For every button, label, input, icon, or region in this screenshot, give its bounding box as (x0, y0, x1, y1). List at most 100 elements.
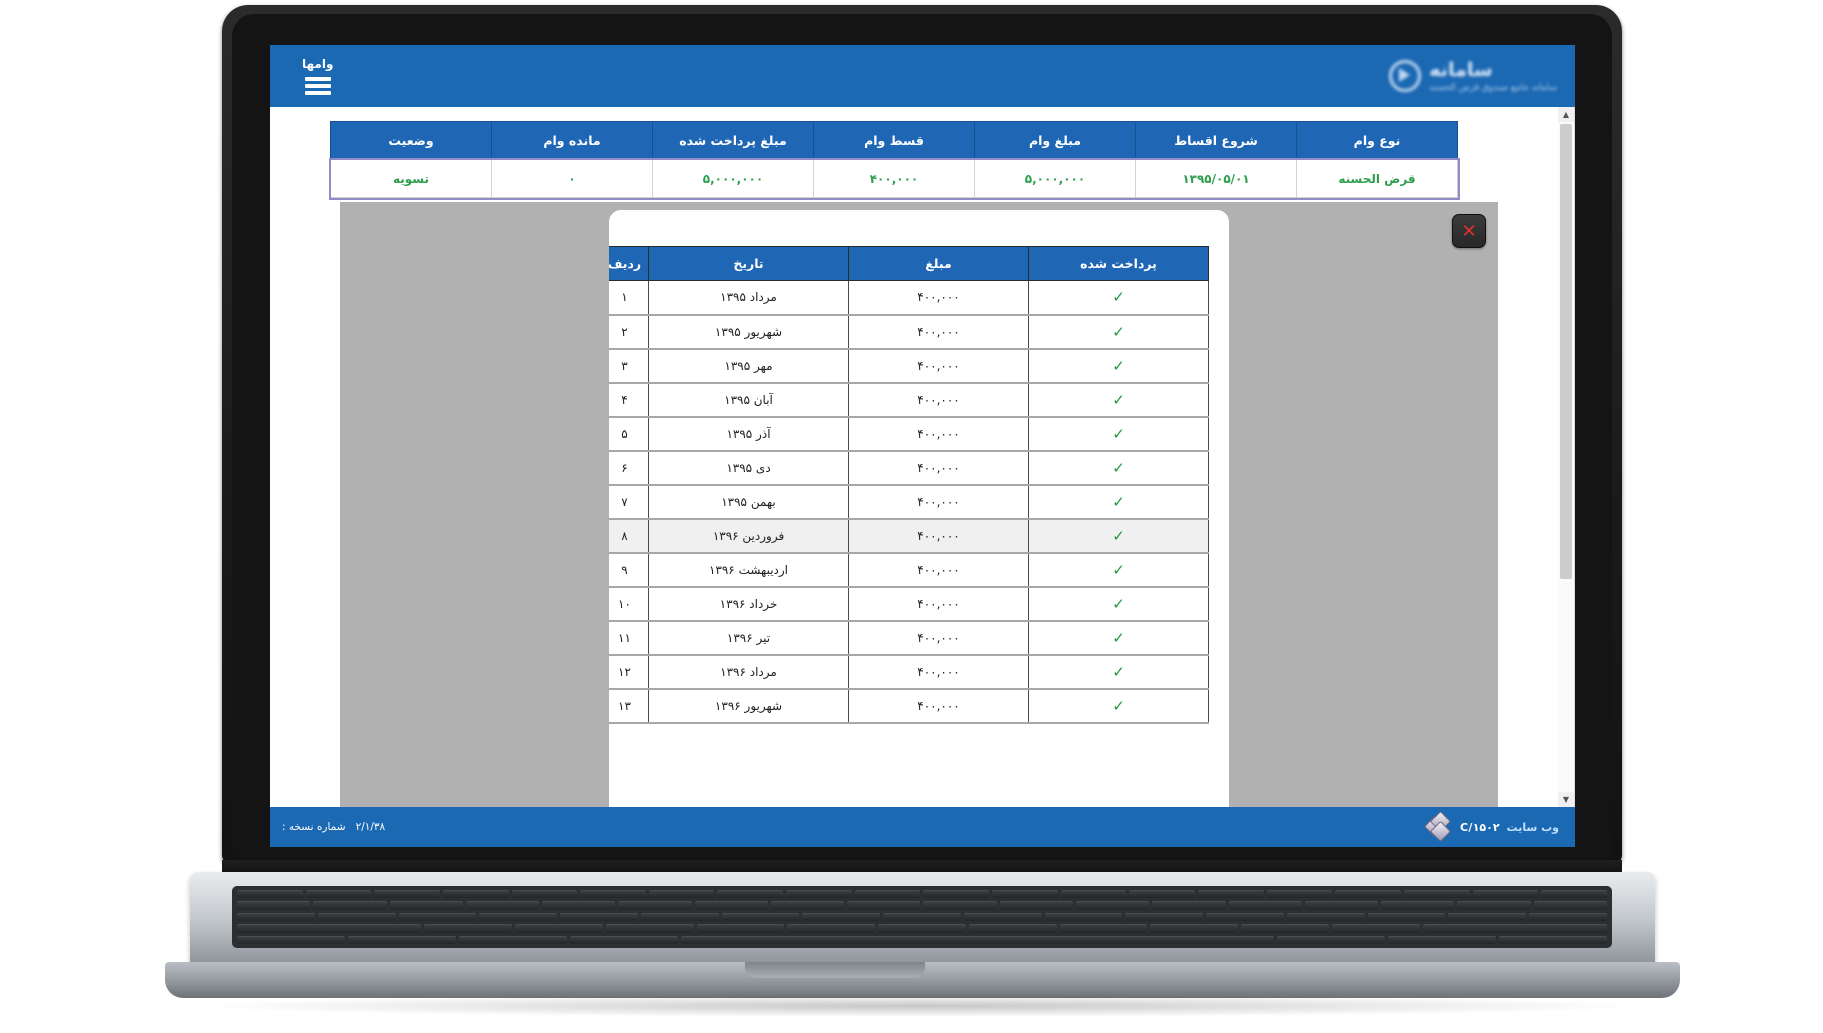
footer-version: ۲/۱/۳۸ شماره نسخه : (282, 821, 385, 833)
keyboard-key (398, 912, 477, 922)
check-icon: ✓ (1112, 288, 1125, 307)
keyboard-key (963, 912, 1042, 922)
check-icon: ✓ (1112, 594, 1125, 613)
footer-brand-code: C/۱۵۰۲ (1460, 820, 1500, 834)
installments-head: پرداخت شده مبلغ تاریخ ردیف (609, 246, 1209, 281)
table-row[interactable]: ✓ ۴۰۰,۰۰۰ دی ۱۳۹۵ ۶ (609, 450, 1209, 486)
keyboard-key (1388, 935, 1497, 945)
keyboard-key (648, 890, 715, 899)
scrollbar-track[interactable] (1558, 122, 1574, 792)
check-icon: ✓ (1112, 390, 1125, 409)
cell-amount: ۴۰۰,۰۰۰ (848, 450, 1029, 486)
cell-amount: ۴۰۰,۰۰۰ (848, 518, 1029, 554)
col-header-date: تاریخ (648, 246, 849, 281)
header-right-group: وامها (302, 57, 333, 95)
brand-text-block: سامانه سامانه جامع صندوق قرض الحسنه (1429, 59, 1557, 93)
table-row[interactable]: ✓ ۴۰۰,۰۰۰ بهمن ۱۳۹۵ ۷ (609, 484, 1209, 520)
nav-item-loans[interactable]: وامها (302, 57, 333, 71)
keyboard-key (680, 935, 1275, 945)
col-header-status: وضعیت (330, 121, 492, 160)
table-row[interactable]: ✓ ۴۰۰,۰۰۰ آذر ۱۳۹۵ ۵ (609, 416, 1209, 452)
keyboard-row (236, 935, 1607, 945)
keyboard-key (465, 901, 540, 910)
close-modal-button[interactable]: ✕ (1452, 214, 1486, 248)
cell-amount: ۴۰۰,۰۰۰ (848, 314, 1029, 350)
cell-index: ۱۳ (609, 688, 649, 724)
keyboard-key (1059, 924, 1148, 933)
cell-date: آذر ۱۳۹۵ (648, 416, 849, 452)
keyboard-key (640, 912, 719, 922)
cell-date: فروردین ۱۳۹۶ (648, 518, 849, 554)
loan-summary-header-row: نوع وام شروع اقساط مبلغ وام قسط وام مبلغ… (330, 121, 1458, 160)
version-label: شماره نسخه : (282, 821, 346, 833)
hamburger-icon[interactable] (304, 77, 331, 95)
footer-logo-icon (1423, 810, 1453, 843)
keyboard-key (1266, 890, 1333, 899)
keyboard-key (1304, 901, 1379, 910)
cell-amount: ۴۰۰,۰۰۰ (848, 280, 1029, 316)
keyboard-key (317, 912, 396, 922)
cell-amount: ۴۰۰,۰۰۰ (848, 382, 1029, 418)
cell-paid: ✓ (1028, 518, 1209, 554)
hamburger-bar-3 (304, 91, 331, 95)
keyboard-key (802, 912, 881, 922)
table-row[interactable]: ✓ ۴۰۰,۰۰۰ خرداد ۱۳۹۶ ۱۰ (609, 586, 1209, 622)
scroll-down-arrow-icon[interactable]: ▼ (1558, 792, 1574, 807)
loan-summary-section: نوع وام شروع اقساط مبلغ وام قسط وام مبلغ… (270, 107, 1558, 200)
keyboard-key (696, 924, 785, 933)
table-row[interactable]: ✓ ۴۰۰,۰۰۰ اردیبهشت ۱۳۹۶ ۹ (609, 552, 1209, 588)
table-row[interactable]: ✓ ۴۰۰,۰۰۰ مرداد ۱۳۹۶ ۱۲ (609, 654, 1209, 690)
keyboard-key (313, 901, 387, 910)
table-row[interactable]: ✓ ۴۰۰,۰۰۰ مرداد ۱۳۹۵ ۱ (609, 280, 1209, 316)
keyboard-key (374, 890, 440, 899)
keyboard-key (236, 901, 311, 910)
keyboard-key (511, 890, 578, 899)
cell-amount: ۴۰۰,۰۰۰ (848, 654, 1029, 690)
table-row[interactable]: ✓ ۴۰۰,۰۰۰ مهر ۱۳۹۵ ۳ (609, 348, 1209, 384)
table-row[interactable]: ✓ ۴۰۰,۰۰۰ شهریور ۱۳۹۵ ۲ (609, 314, 1209, 350)
page-scrollbar[interactable]: ▲ ▼ (1558, 107, 1575, 807)
cell-date: بهمن ۱۳۹۵ (648, 484, 849, 520)
keyboard-key (1228, 901, 1302, 910)
cell-index: ۸ (609, 518, 649, 554)
keyboard-key (1367, 912, 1446, 922)
col-header-installment: قسط وام (813, 121, 975, 160)
col-header-loan-amount: مبلغ وام (974, 121, 1136, 160)
table-row[interactable]: قرض الحسنه ۱۳۹۵/۰۵/۰۱ ۵,۰۰۰,۰۰۰ ۴۰۰,۰۰۰ … (328, 157, 1460, 200)
cell-remaining: ۰ (491, 159, 653, 198)
table-row[interactable]: ✓ ۴۰۰,۰۰۰ آبان ۱۳۹۵ ۴ (609, 382, 1209, 418)
cell-amount: ۴۰۰,۰۰۰ (848, 620, 1029, 656)
keyboard-key (1404, 890, 1470, 899)
check-icon: ✓ (1112, 492, 1125, 511)
cell-index: ۴ (609, 382, 649, 418)
footer-brand-text: وب سایت (1506, 820, 1559, 834)
cell-amount: ۴۰۰,۰۰۰ (848, 586, 1029, 622)
cell-index: ۵ (609, 416, 649, 452)
cell-paid: ✓ (1028, 586, 1209, 622)
keyboard-key (1150, 924, 1239, 933)
keyboard-key (1541, 890, 1607, 899)
keyboard-key (1286, 912, 1365, 922)
check-icon: ✓ (1112, 424, 1125, 443)
cell-index: ۷ (609, 484, 649, 520)
keyboard-key (236, 935, 345, 945)
table-row[interactable]: ✓ ۴۰۰,۰۰۰ شهریور ۱۳۹۶ ۱۳ (609, 688, 1209, 724)
check-icon: ✓ (1112, 628, 1125, 647)
modal-overlay: ✕ پرداخت شده مبلغ تاریخ ردیف ✓ ۴۰۰,۰۰۰ م… (340, 202, 1498, 807)
cell-paid-amount: ۵,۰۰۰,۰۰۰ (652, 159, 814, 198)
cell-index: ۱۲ (609, 654, 649, 690)
keyboard-key (999, 901, 1074, 910)
scrollbar-thumb[interactable] (1560, 124, 1572, 579)
cell-paid: ✓ (1028, 620, 1209, 656)
table-row[interactable]: ✓ ۴۰۰,۰۰۰ تیر ۱۳۹۶ ۱۱ (609, 620, 1209, 656)
table-row[interactable]: ✓ ۴۰۰,۰۰۰ فروردین ۱۳۹۶ ۸ (609, 518, 1209, 554)
hamburger-bar-1 (304, 77, 331, 81)
scroll-up-arrow-icon[interactable]: ▲ (1558, 107, 1574, 122)
cell-date: دی ۱۳۹۵ (648, 450, 849, 486)
footer-brand[interactable]: C/۱۵۰۲ وب سایت (1423, 810, 1559, 843)
keyboard-key (1206, 912, 1284, 922)
cell-index: ۹ (609, 552, 649, 588)
cell-index: ۱ (609, 280, 649, 316)
col-header-remaining: مانده وام (491, 121, 653, 160)
cell-paid: ✓ (1028, 382, 1209, 418)
